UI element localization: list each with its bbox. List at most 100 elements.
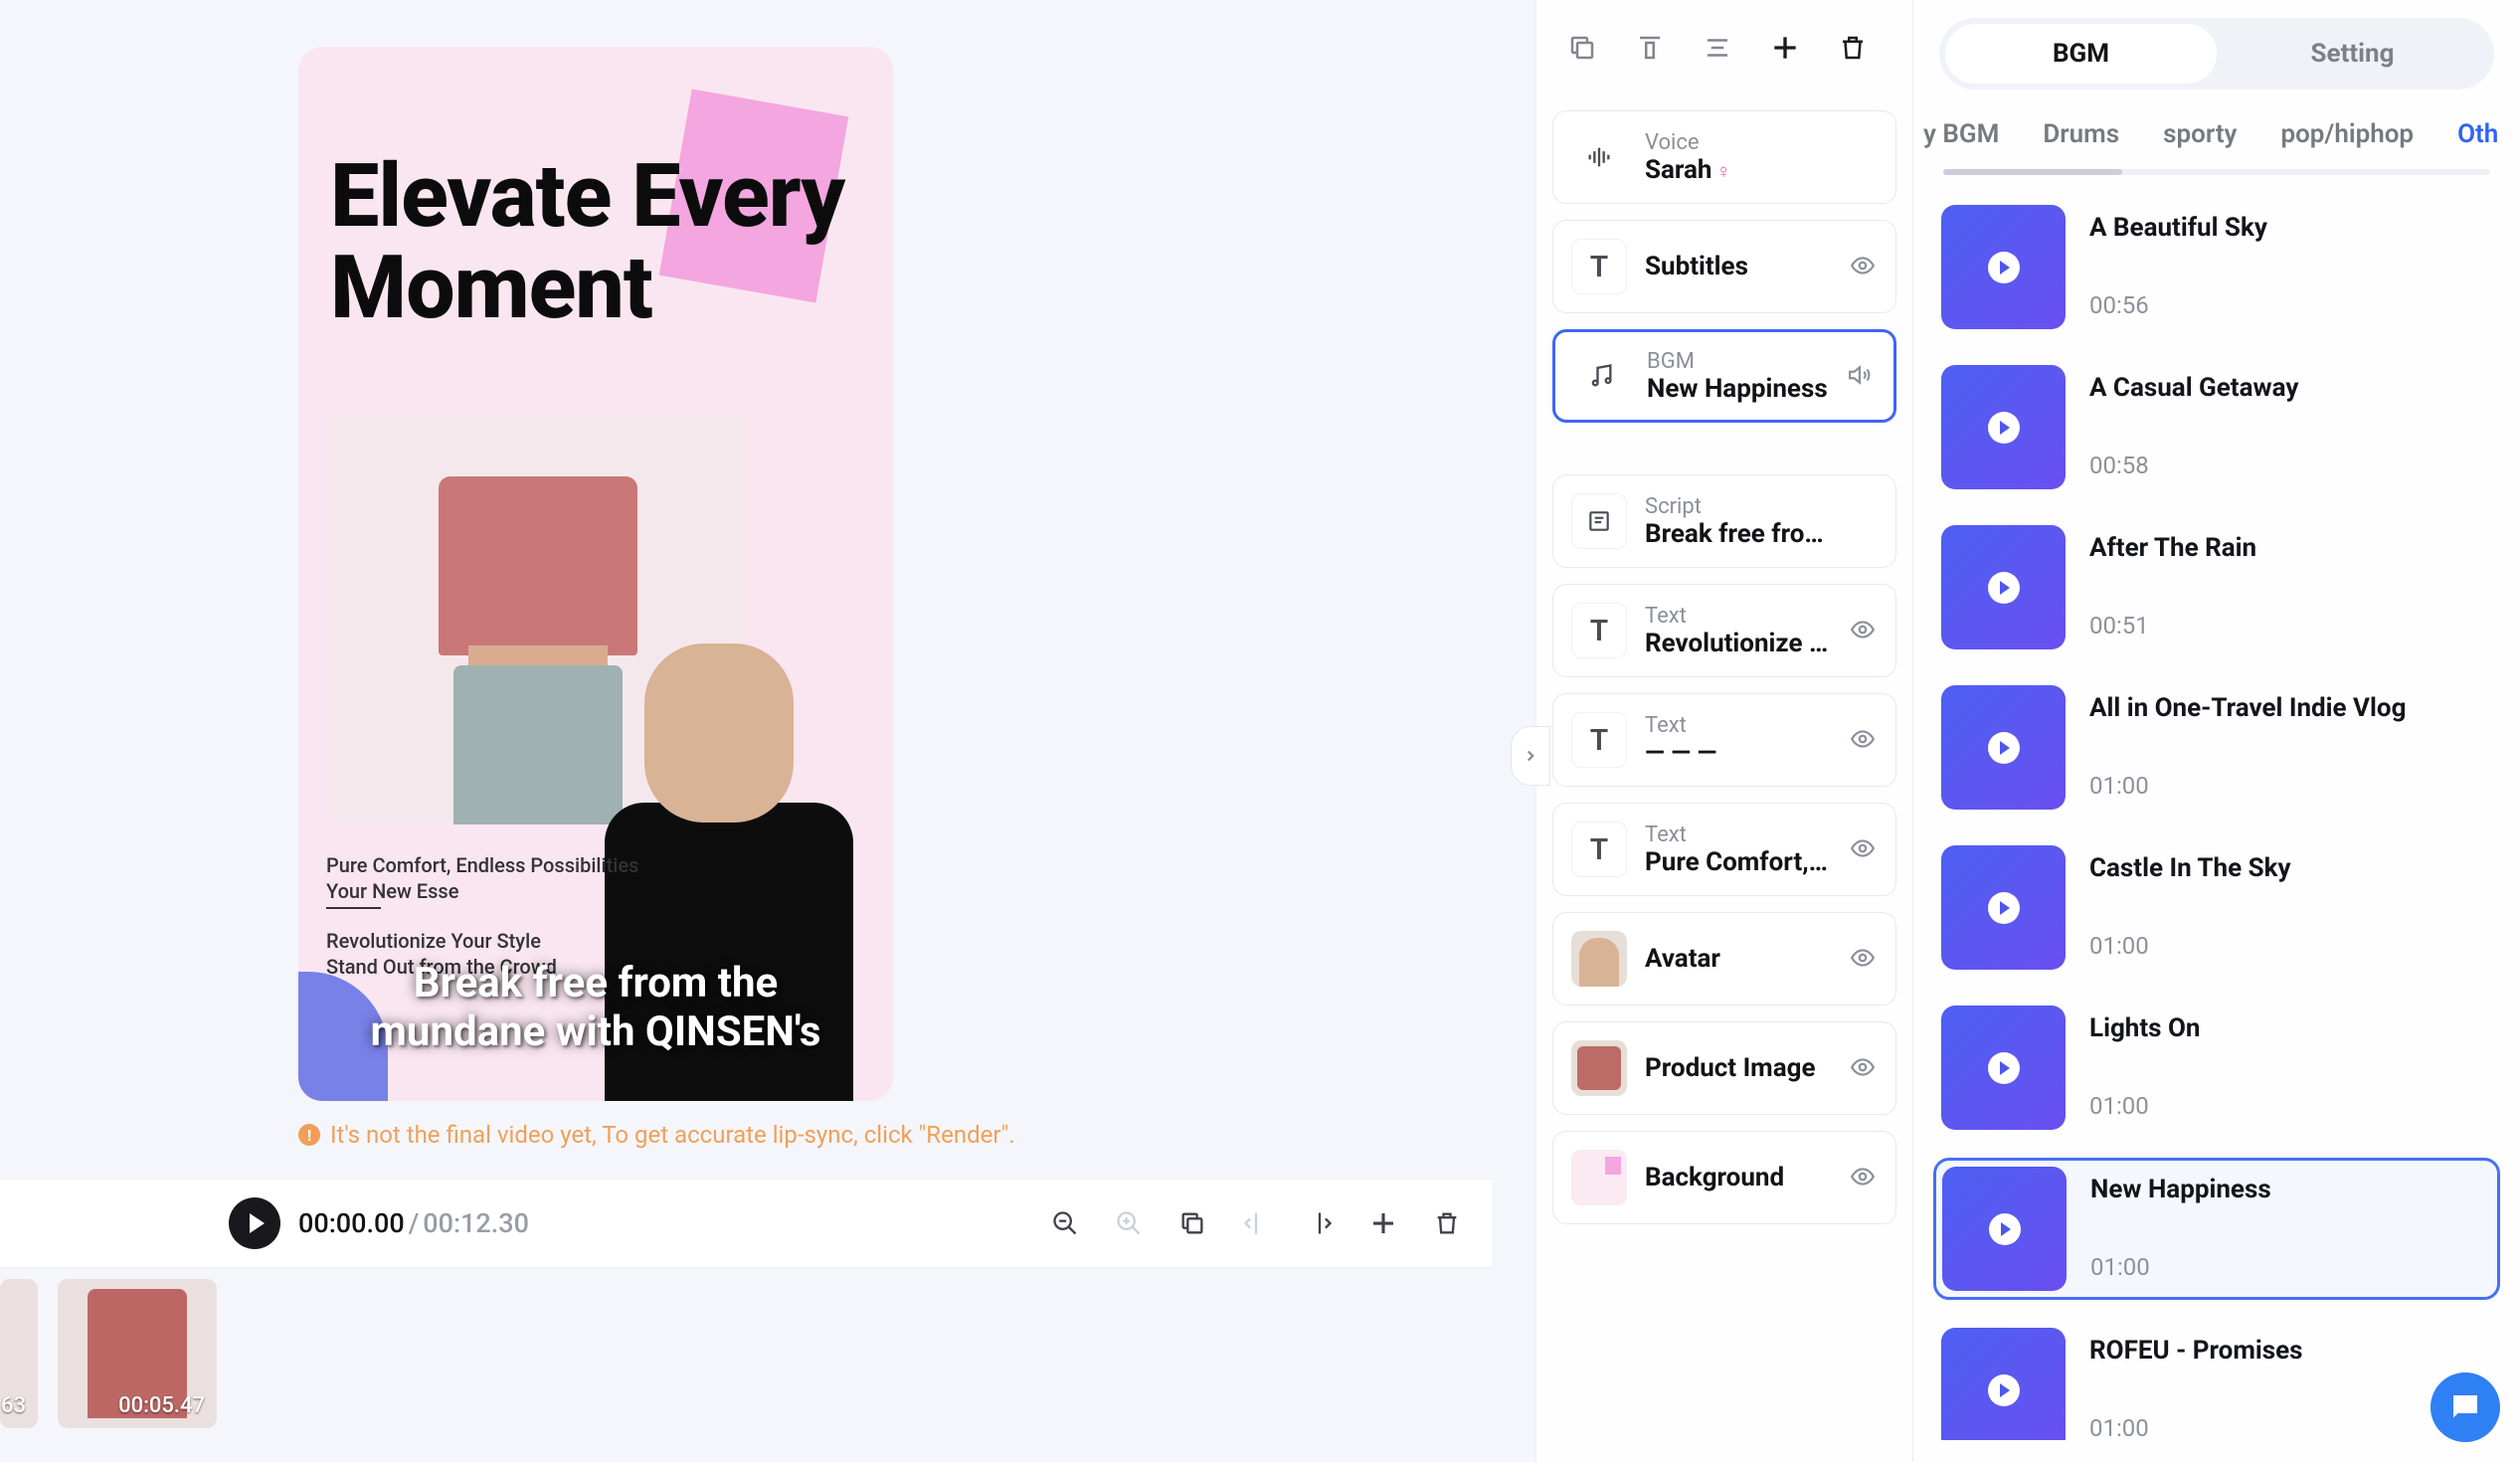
duplicate-button[interactable] bbox=[1177, 1208, 1207, 1238]
layer-voice[interactable]: Voice Sarah♀ bbox=[1552, 110, 1896, 204]
track-play-button[interactable] bbox=[1941, 845, 2066, 970]
layer-list: Voice Sarah♀ T Subtitles BGM New Happine… bbox=[1536, 94, 1912, 1240]
track-play-button[interactable] bbox=[1941, 365, 2066, 489]
voice-icon bbox=[1571, 129, 1627, 185]
track-item[interactable]: New Happiness01:00 bbox=[1933, 1158, 2500, 1300]
zoom-out-button[interactable] bbox=[1050, 1208, 1080, 1238]
eye-icon[interactable] bbox=[1850, 1054, 1878, 1082]
info-icon: ! bbox=[298, 1124, 320, 1146]
text-icon: T bbox=[1571, 822, 1627, 877]
layer-avatar[interactable]: Avatar bbox=[1552, 912, 1896, 1005]
category-tab[interactable]: Oth bbox=[2457, 119, 2498, 149]
zoom-in-button bbox=[1114, 1208, 1144, 1238]
layers-panel: Voice Sarah♀ T Subtitles BGM New Happine… bbox=[1535, 0, 1913, 1462]
track-title: ROFEU - Promises bbox=[2089, 1336, 2492, 1366]
play-icon bbox=[250, 1213, 265, 1233]
subtitle-overlay: Break free from the mundane with QINSEN'… bbox=[328, 959, 863, 1056]
bgm-panel: BGM Setting y BGM Drums sporty pop/hipho… bbox=[1913, 0, 2520, 1462]
layer-product-image[interactable]: Product Image bbox=[1552, 1021, 1896, 1115]
track-title: A Casual Getaway bbox=[2089, 373, 2492, 403]
tagline-1: Pure Comfort, Endless Possibilities Your… bbox=[326, 852, 638, 904]
category-scrollbar[interactable] bbox=[1943, 169, 2490, 175]
track-play-button[interactable] bbox=[1941, 685, 2066, 810]
track-play-button[interactable] bbox=[1941, 1005, 2066, 1130]
speaker-icon[interactable] bbox=[1848, 362, 1876, 390]
tab-switch: BGM Setting bbox=[1939, 18, 2494, 90]
eye-icon[interactable] bbox=[1850, 253, 1878, 280]
layer-script[interactable]: Script Break free fro… bbox=[1552, 474, 1896, 568]
category-tab[interactable]: y BGM bbox=[1923, 119, 1999, 149]
track-duration: 01:00 bbox=[2089, 772, 2492, 800]
copy-icon[interactable] bbox=[1564, 30, 1600, 66]
track-item[interactable]: After The Rain 00:51 bbox=[1933, 517, 2500, 657]
collapse-button[interactable] bbox=[1511, 726, 1550, 786]
track-duration: 01:00 bbox=[2090, 1253, 2491, 1281]
track-title: A Beautiful Sky bbox=[2089, 213, 2492, 243]
eye-icon[interactable] bbox=[1850, 726, 1878, 754]
delete-layer-button[interactable] bbox=[1835, 30, 1871, 66]
avatar-thumb bbox=[1571, 931, 1627, 987]
align-center-icon[interactable] bbox=[1700, 30, 1735, 66]
track-play-button[interactable] bbox=[1941, 205, 2066, 329]
layer-subtitles[interactable]: T Subtitles bbox=[1552, 220, 1896, 313]
track-list[interactable]: A Beautiful Sky00:56A Casual Getaway00:5… bbox=[1913, 187, 2520, 1440]
background-thumb bbox=[1571, 1150, 1627, 1205]
timeline-area[interactable]: 63 00:05.47 bbox=[0, 1279, 1492, 1438]
clip-duration: 63 bbox=[1, 1393, 26, 1418]
track-title: Lights On bbox=[2089, 1013, 2492, 1043]
product-thumb bbox=[1571, 1040, 1627, 1096]
split-left-button bbox=[1241, 1208, 1271, 1238]
track-duration: 00:56 bbox=[2089, 291, 2492, 319]
category-tab[interactable]: Drums bbox=[2043, 119, 2119, 149]
track-item[interactable]: Castle In The Sky 01:00 bbox=[1933, 837, 2500, 978]
play-button[interactable] bbox=[229, 1197, 280, 1249]
track-duration: 01:00 bbox=[2089, 1092, 2492, 1120]
add-layer-button[interactable] bbox=[1767, 30, 1803, 66]
track-item[interactable]: Lights On 01:00 bbox=[1933, 998, 2500, 1138]
timeline-clip[interactable]: 00:05.47 bbox=[58, 1279, 217, 1428]
eye-icon[interactable] bbox=[1850, 1164, 1878, 1191]
script-icon bbox=[1571, 493, 1627, 549]
tab-setting[interactable]: Setting bbox=[2217, 24, 2488, 84]
clip-duration: 00:05.47 bbox=[118, 1393, 205, 1418]
layer-text-1[interactable]: T Text Revolutionize … bbox=[1552, 584, 1896, 677]
tagline-divider bbox=[326, 907, 381, 909]
track-play-button[interactable] bbox=[1941, 1328, 2066, 1440]
track-title: Castle In The Sky bbox=[2089, 853, 2492, 883]
text-icon: T bbox=[1571, 239, 1627, 294]
track-play-button[interactable] bbox=[1941, 525, 2066, 649]
tab-bgm[interactable]: BGM bbox=[1945, 24, 2217, 84]
text-icon: T bbox=[1571, 712, 1627, 768]
split-right-button[interactable] bbox=[1305, 1208, 1335, 1238]
timeline-clip[interactable]: 63 bbox=[0, 1279, 38, 1428]
category-tabs[interactable]: y BGM Drums sporty pop/hiphop Oth bbox=[1913, 90, 2520, 169]
add-button[interactable] bbox=[1368, 1208, 1398, 1238]
track-item[interactable]: A Casual Getaway00:58 bbox=[1933, 357, 2500, 497]
track-play-button[interactable] bbox=[1942, 1167, 2067, 1291]
delete-button[interactable] bbox=[1432, 1208, 1462, 1238]
player-bar: 00:00.00/00:12.30 bbox=[0, 1179, 1492, 1268]
layer-background[interactable]: Background bbox=[1552, 1131, 1896, 1224]
layer-text-3[interactable]: T Text Pure Comfort,… bbox=[1552, 803, 1896, 896]
render-notice: ! It's not the final video yet, To get a… bbox=[298, 1121, 1015, 1149]
category-tab[interactable]: pop/hiphop bbox=[2280, 119, 2414, 149]
track-item[interactable]: A Beautiful Sky 00:56 bbox=[1933, 197, 2500, 337]
layer-text-2[interactable]: T Text — — — bbox=[1552, 693, 1896, 787]
track-duration: 01:00 bbox=[2089, 932, 2492, 960]
track-item[interactable]: ROFEU - Promises01:00 bbox=[1933, 1320, 2500, 1440]
track-duration: 00:51 bbox=[2089, 612, 2492, 640]
current-time: 00:00.00 bbox=[298, 1207, 405, 1239]
total-time: 00:12.30 bbox=[423, 1207, 529, 1239]
chat-button[interactable] bbox=[2430, 1372, 2500, 1442]
track-title: All in One-Travel Indie Vlog bbox=[2089, 693, 2492, 723]
eye-icon[interactable] bbox=[1850, 617, 1878, 644]
eye-icon[interactable] bbox=[1850, 945, 1878, 973]
track-title: After The Rain bbox=[2089, 533, 2492, 563]
category-tab[interactable]: sporty bbox=[2163, 119, 2237, 149]
track-item[interactable]: All in One-Travel Indie Vlog 01:00 bbox=[1933, 677, 2500, 818]
align-top-icon[interactable] bbox=[1632, 30, 1668, 66]
female-icon: ♀ bbox=[1716, 159, 1731, 183]
video-preview[interactable]: Elevate Every Moment Pure Comfort, Endle… bbox=[298, 47, 893, 1101]
layer-bgm[interactable]: BGM New Happiness bbox=[1552, 329, 1896, 423]
eye-icon[interactable] bbox=[1850, 835, 1878, 863]
